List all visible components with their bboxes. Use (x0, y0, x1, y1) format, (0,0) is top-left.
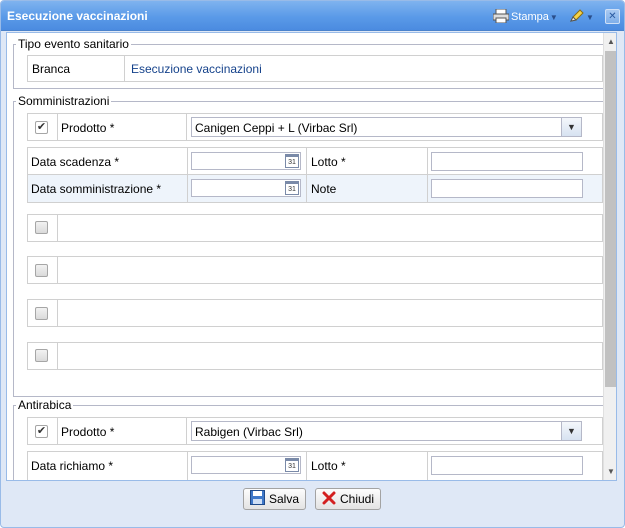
close-icon[interactable]: ✕ (605, 9, 620, 24)
antirabica-lotto-input[interactable] (431, 456, 583, 475)
lotto-input[interactable] (431, 152, 583, 171)
scroll-down-icon[interactable]: ▼ (604, 465, 616, 479)
window-title: Esecuzione vaccinazioni (7, 9, 148, 23)
antirabica-prodotto-checkbox[interactable]: ✔ (35, 425, 48, 438)
data-somministrazione-label: Data somministrazione * (31, 182, 162, 196)
antirabica-prodotto-select-value: Rabigen (Virbac Srl) (195, 425, 303, 439)
title-bar[interactable]: Esecuzione vaccinazioni Stampa ▼ ▼ ✕ (1, 1, 624, 31)
list-item-divider (57, 256, 58, 284)
form-body: Tipo evento sanitario Branca Esecuzione … (6, 32, 617, 481)
tipo-evento-legend: Tipo evento sanitario (18, 37, 129, 51)
scroll-up-icon[interactable]: ▲ (604, 35, 616, 49)
antirabica-prodotto-label: Prodotto * (61, 425, 115, 439)
vaccination-window: Esecuzione vaccinazioni Stampa ▼ ▼ ✕ Tip… (0, 0, 625, 528)
note-input[interactable] (431, 179, 583, 198)
list-item-divider (57, 214, 58, 242)
tools-button[interactable]: ▼ (569, 8, 594, 26)
note-label: Note (311, 182, 337, 196)
chevron-down-icon[interactable]: ▼ (561, 422, 581, 440)
prodotto-checkbox[interactable]: ✔ (35, 121, 48, 134)
red-x-icon (322, 491, 336, 508)
dates-grid-divider-2 (427, 147, 428, 203)
lotto-label: Lotto * (311, 155, 346, 169)
list-item (27, 342, 603, 370)
antirabica-grid-divider-2 (427, 451, 428, 480)
scrollbar-thumb[interactable] (605, 51, 616, 387)
vertical-scrollbar[interactable]: ▲ ▼ (603, 33, 616, 480)
printer-icon (492, 8, 510, 26)
pencil-icon (569, 8, 585, 26)
row-checkbox[interactable] (35, 349, 48, 362)
data-scadenza-label: Data scadenza * (31, 155, 120, 169)
close-button[interactable]: Chiudi (315, 488, 382, 510)
row-checkbox[interactable] (35, 307, 48, 320)
save-label: Salva (269, 492, 300, 506)
save-button[interactable]: Salva (243, 488, 307, 510)
branca-label: Branca (32, 62, 71, 76)
data-richiamo-label: Data richiamo * (31, 459, 114, 473)
list-item (27, 256, 603, 284)
row-checkbox[interactable] (35, 221, 48, 234)
floppy-disk-icon (250, 490, 265, 508)
footer: Salva Chiudi (1, 482, 624, 527)
print-label: Stampa (511, 11, 549, 23)
data-somministrazione-input[interactable]: 31 (191, 179, 301, 197)
list-item (27, 299, 603, 327)
calendar-icon[interactable]: 31 (285, 458, 299, 472)
chevron-down-icon[interactable]: ▼ (561, 118, 581, 136)
chevron-down-icon: ▼ (549, 12, 558, 22)
antirabica-lotto-label: Lotto * (311, 459, 346, 473)
prodotto-select[interactable]: Canigen Ceppi + L (Virbac Srl) ▼ (191, 117, 582, 137)
calendar-icon[interactable]: 31 (285, 181, 299, 195)
branca-value: Esecuzione vaccinazioni (131, 62, 262, 76)
row-checkbox[interactable] (35, 264, 48, 277)
calendar-icon[interactable]: 31 (285, 154, 299, 168)
print-button[interactable]: Stampa ▼ (492, 8, 558, 26)
prodotto-select-value: Canigen Ceppi + L (Virbac Srl) (195, 121, 358, 135)
data-richiamo-input[interactable]: 31 (191, 456, 301, 474)
prodotto-label: Prodotto * (61, 121, 115, 135)
somministrazioni-legend: Somministrazioni (18, 94, 110, 108)
close-label: Chiudi (340, 492, 375, 506)
list-item (27, 214, 603, 242)
antirabica-prodotto-select[interactable]: Rabigen (Virbac Srl) ▼ (191, 421, 582, 441)
antirabica-legend: Antirabica (18, 398, 72, 412)
list-item-divider (57, 299, 58, 327)
chevron-down-icon: ▼ (586, 12, 594, 22)
data-scadenza-input[interactable]: 31 (191, 152, 301, 170)
list-item-divider (57, 342, 58, 370)
